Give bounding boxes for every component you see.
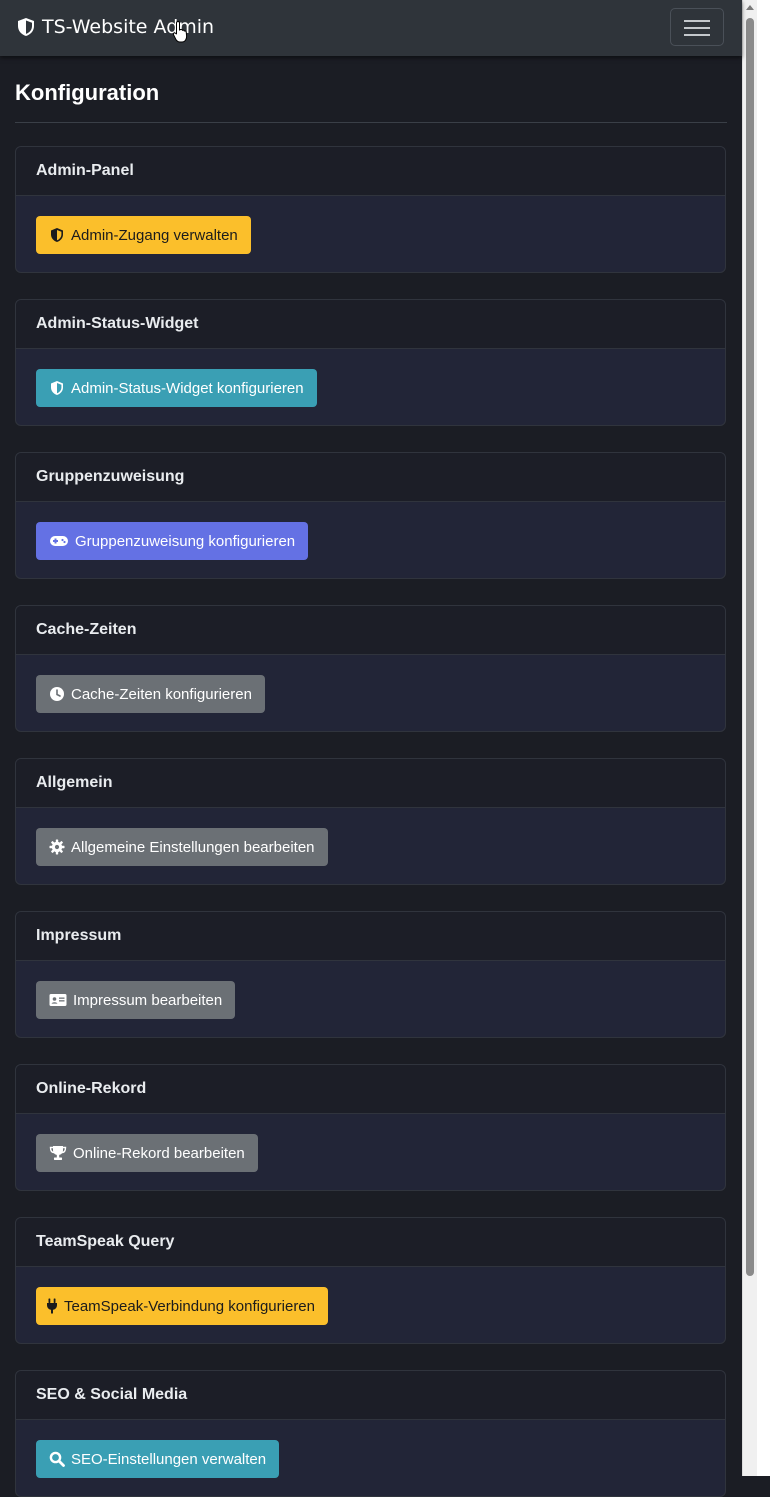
cache-times-button[interactable]: Cache-Zeiten konfigurieren [36, 675, 265, 713]
scroll-up-arrow-icon[interactable] [746, 5, 754, 10]
button-label: Cache-Zeiten konfigurieren [71, 685, 252, 703]
admin-status-widget-button[interactable]: Admin-Status-Widget konfigurieren [36, 369, 317, 407]
card-header: Online-Rekord [16, 1065, 725, 1114]
plug-icon [47, 1298, 57, 1314]
card-header: Cache-Zeiten [16, 606, 725, 655]
card-header: TeamSpeak Query [16, 1218, 725, 1267]
card-header: SEO & Social Media [16, 1371, 725, 1420]
button-label: Admin-Status-Widget konfigurieren [71, 379, 304, 397]
clock-icon [50, 687, 64, 701]
seo-settings-button[interactable]: SEO-Einstellungen verwalten [36, 1440, 280, 1478]
button-label: TeamSpeak-Verbindung konfigurieren [64, 1297, 315, 1315]
card-admin-panel: Admin-Panel Admin-Zugang verwalten [15, 146, 726, 273]
card-header: Admin-Panel [16, 147, 725, 196]
window-edge [757, 0, 770, 1476]
navbar-toggle-button[interactable] [670, 8, 724, 46]
button-label: Online-Rekord bearbeiten [73, 1144, 245, 1162]
button-label: Allgemeine Einstellungen bearbeiten [71, 838, 315, 856]
gamepad-icon [50, 536, 68, 546]
imprint-button[interactable]: Impressum bearbeiten [36, 981, 236, 1019]
card-header: Impressum [16, 912, 725, 961]
scrollbar-thumb[interactable] [746, 18, 754, 1276]
button-label: Impressum bearbeiten [73, 991, 223, 1009]
search-icon [49, 1451, 65, 1467]
card-admin-status-widget: Admin-Status-Widget Admin-Status-Widget … [15, 299, 726, 426]
card-header: Allgemein [16, 759, 725, 808]
card-allgemein: Allgemein Allgemeine Einstellungen bearb… [15, 758, 726, 885]
trophy-icon [49, 1146, 67, 1160]
shield-icon [51, 381, 63, 395]
vertical-scrollbar[interactable] [742, 0, 757, 1476]
button-label: Admin-Zugang verwalten [71, 226, 238, 244]
hamburger-menu-icon [684, 34, 710, 36]
top-navbar: TS-Website Admin [0, 0, 742, 56]
online-record-button[interactable]: Online-Rekord bearbeiten [36, 1134, 258, 1172]
general-settings-button[interactable]: Allgemeine Einstellungen bearbeiten [36, 828, 328, 866]
card-gruppenzuweisung: Gruppenzuweisung Gruppenzuweisung konfig… [15, 452, 726, 579]
button-label: SEO-Einstellungen verwalten [71, 1450, 267, 1468]
card-seo-social-media: SEO & Social Media SEO-Einstellungen ver… [15, 1370, 726, 1497]
card-online-rekord: Online-Rekord Online-Rekord bearbeiten [15, 1064, 726, 1191]
teamspeak-connection-button[interactable]: TeamSpeak-Verbindung konfigurieren [36, 1287, 328, 1325]
page-title: Konfiguration [15, 80, 727, 123]
admin-access-button[interactable]: Admin-Zugang verwalten [36, 216, 251, 254]
shield-icon [51, 228, 63, 242]
id-card-icon [49, 994, 67, 1006]
gear-icon [49, 839, 65, 855]
card-cache-zeiten: Cache-Zeiten Cache-Zeiten konfigurieren [15, 605, 726, 732]
card-header: Gruppenzuweisung [16, 453, 725, 502]
hamburger-menu-icon [684, 20, 710, 22]
group-assignment-button[interactable]: Gruppenzuweisung konfigurieren [36, 522, 309, 560]
card-teamspeak-query: TeamSpeak Query TeamSpeak-Verbindung kon… [15, 1217, 726, 1344]
card-header: Admin-Status-Widget [16, 300, 725, 349]
card-impressum: Impressum Impressum bearbeiten [15, 911, 726, 1038]
shield-icon [18, 18, 34, 36]
hamburger-menu-icon [684, 27, 710, 29]
button-label: Gruppenzuweisung konfigurieren [75, 532, 296, 550]
hand-cursor-icon [172, 20, 188, 43]
